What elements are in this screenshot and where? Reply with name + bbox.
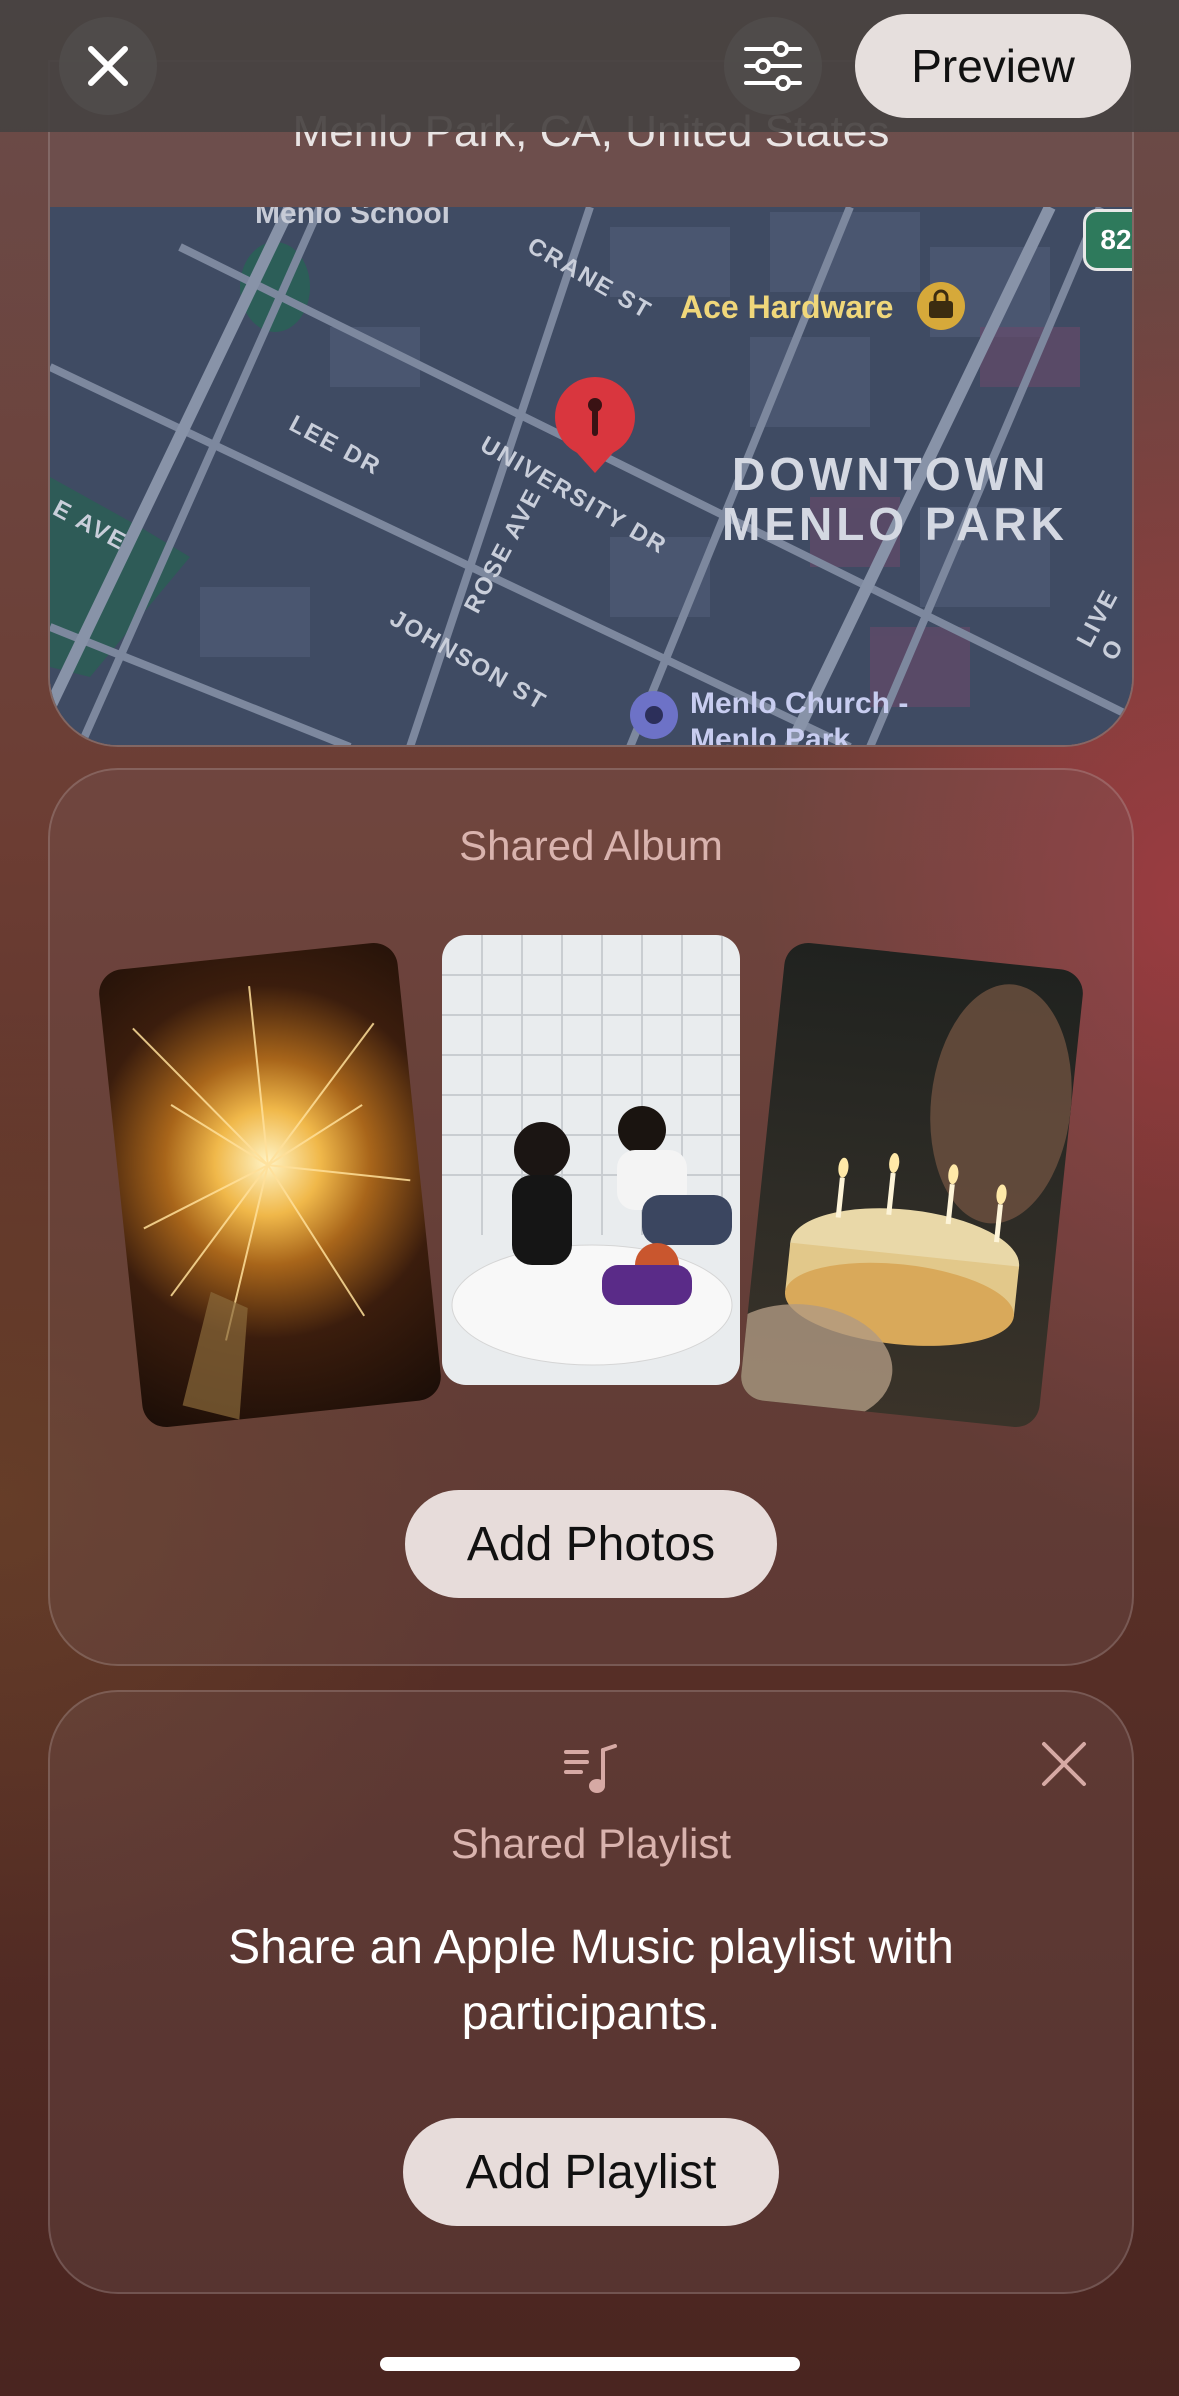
map-label-downtown-line2: MENLO PARK — [722, 498, 1068, 550]
home-indicator — [380, 2357, 800, 2371]
dismiss-close-icon[interactable] — [1040, 1740, 1088, 1788]
shared-playlist-card: Shared Playlist Share an Apple Music pla… — [48, 1690, 1134, 2294]
location-card: Menlo Park, CA, United States — [48, 60, 1134, 747]
shared-album-card: Shared Album Add Photos — [48, 768, 1134, 1666]
album-photo-friends[interactable] — [442, 935, 740, 1385]
album-photo-sparkler[interactable] — [96, 940, 444, 1430]
shopping-bag-icon — [917, 282, 965, 330]
top-bar: Preview — [0, 0, 1179, 132]
shared-playlist-title: Shared Playlist — [450, 1820, 732, 1867]
route-82-label: 82 — [1100, 224, 1132, 255]
add-playlist-button[interactable]: Add Playlist — [403, 2118, 779, 2226]
map-label-menlo-church-line1: Menlo Church - — [690, 687, 909, 720]
filter-button[interactable] — [724, 17, 822, 115]
music-list-icon — [564, 1744, 617, 1793]
sliders-icon — [744, 41, 802, 91]
cake-graphic — [738, 984, 1072, 1425]
preview-button[interactable]: Preview — [855, 14, 1131, 118]
map-label-menlo-school: Menlo School — [255, 207, 450, 230]
sparkler-graphic — [132, 985, 411, 1420]
shared-album-title: Shared Album — [459, 822, 723, 869]
map-label-menlo-church-line2: Menlo Park — [690, 723, 851, 747]
friends-graphic — [442, 935, 740, 1366]
route-82-badge: 82 — [1083, 209, 1132, 271]
map-label-ace-hardware: Ace Hardware — [680, 289, 894, 325]
close-icon — [88, 46, 128, 86]
shared-playlist-description-line2: participants. — [461, 1987, 721, 2040]
close-button[interactable] — [59, 17, 157, 115]
add-photos-button[interactable]: Add Photos — [405, 1490, 777, 1598]
church-pin-icon — [630, 691, 678, 739]
location-pin-icon — [555, 377, 635, 473]
map-label-downtown-line1: DOWNTOWN — [732, 448, 1050, 500]
map-view[interactable]: Menlo School CRANE ST Ace Hardware DOWNT… — [50, 207, 1132, 747]
album-photo-cake[interactable] — [738, 940, 1086, 1430]
shared-playlist-description-line1: Share an Apple Music playlist with — [228, 1921, 954, 1974]
